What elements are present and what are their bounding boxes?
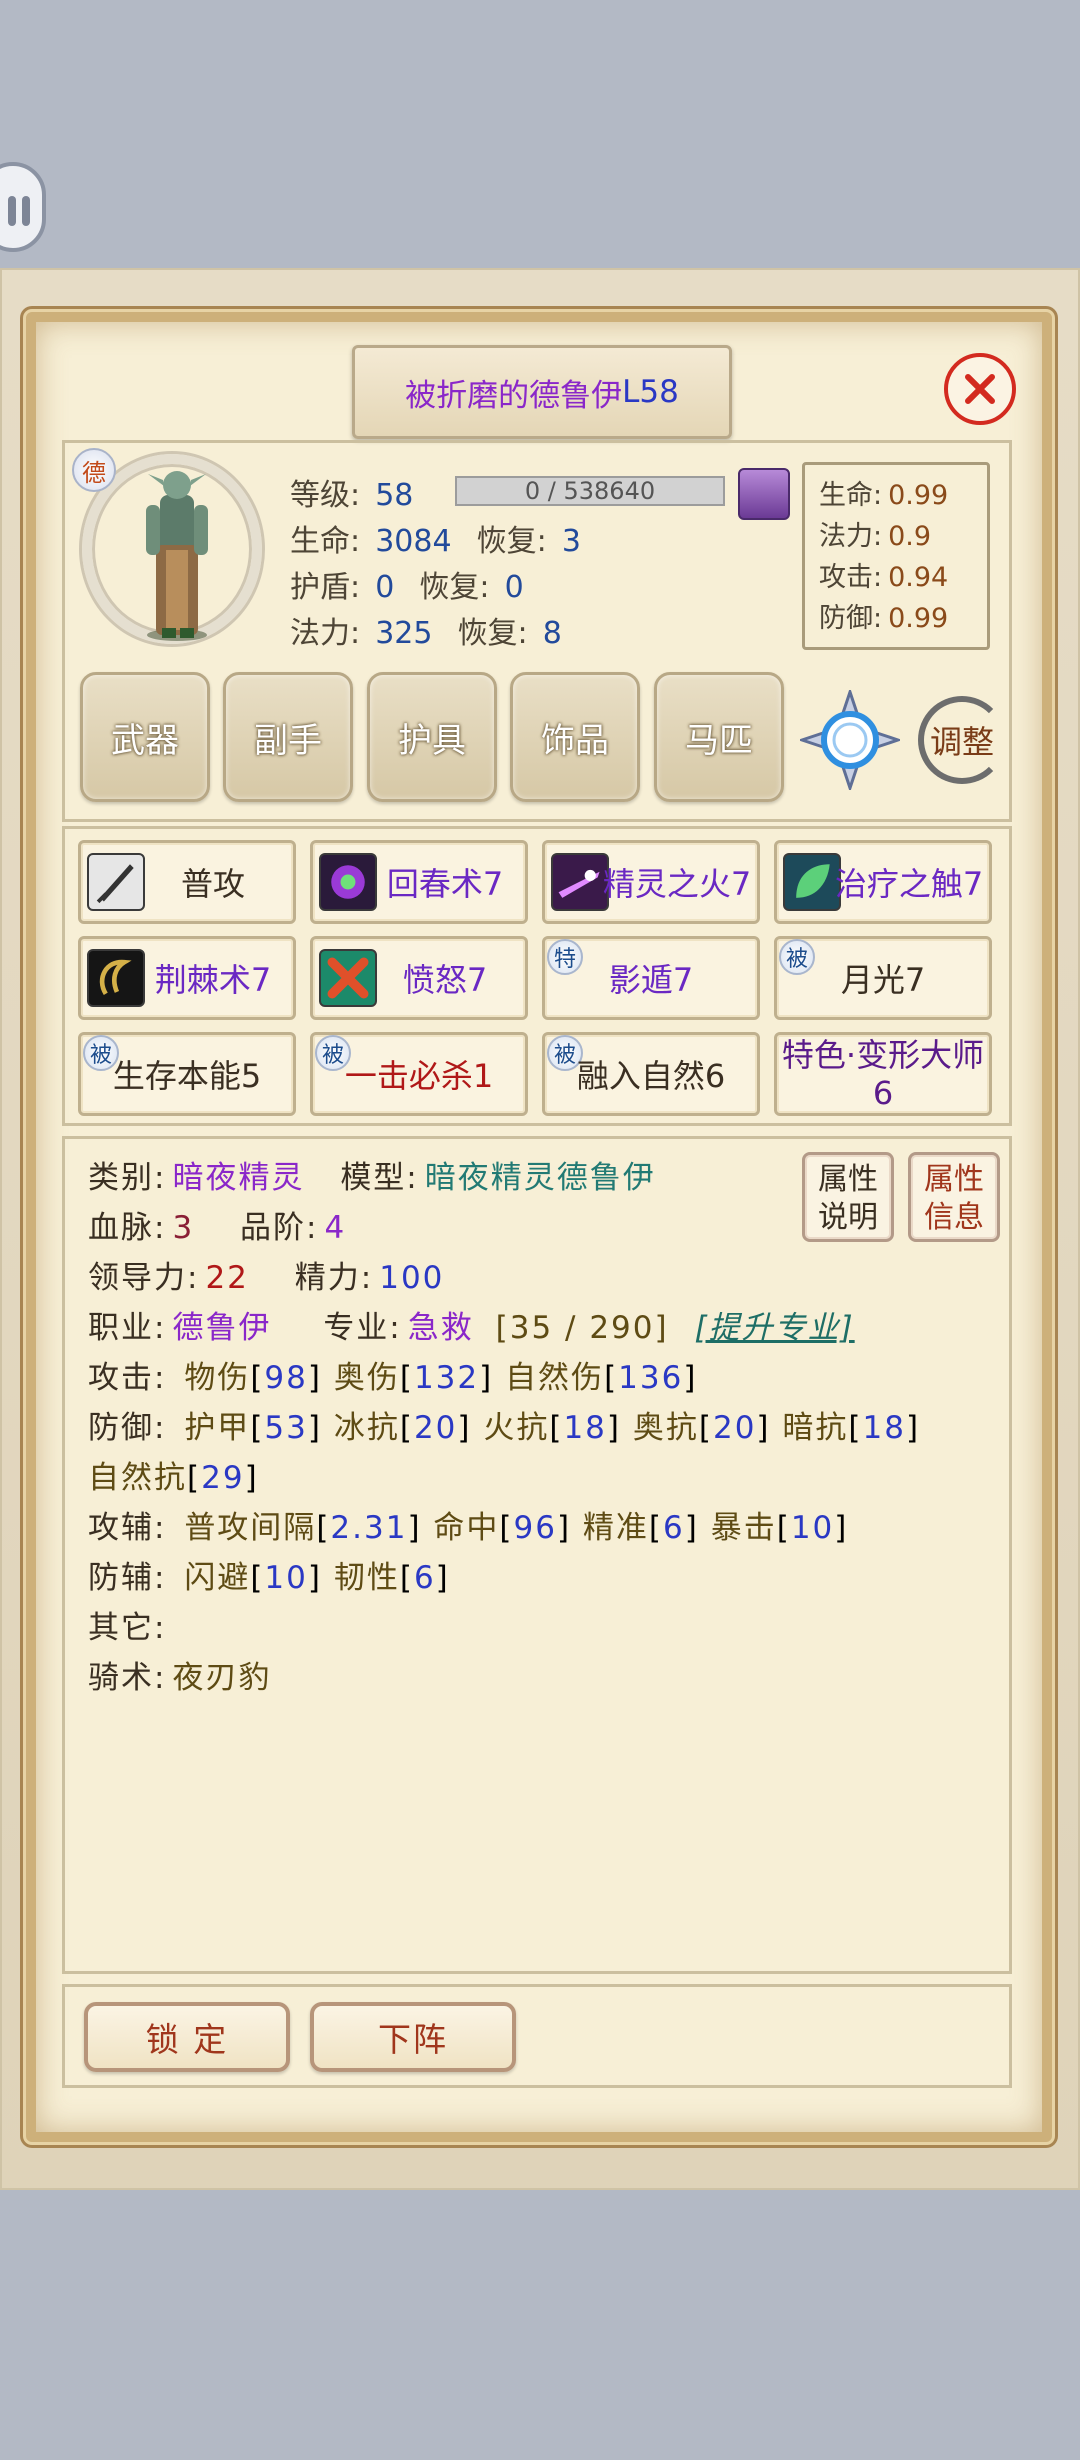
hp-label: 生命: xyxy=(290,524,361,559)
shield-regen-value: 0 xyxy=(504,570,524,605)
ratio-row: 攻击: 0.94 xyxy=(819,562,949,593)
skill-survival-instincts[interactable]: 被 生存本能5 xyxy=(78,1032,296,1116)
hp-row: 生命: 3084 恢复: 3 xyxy=(290,516,581,560)
attr-row-riding: 骑术: 夜刃豹 xyxy=(88,1660,272,1696)
ratio-row: 法力: 0.9 xyxy=(819,521,932,552)
passive-tag-icon: 被 xyxy=(779,939,815,975)
skill-shapeshift-master[interactable]: 特色·变形大师 6 xyxy=(774,1032,992,1116)
hp-regen-label: 恢复: xyxy=(476,524,547,559)
attr-row-profession: 职业: 德鲁伊 专业: 急救 [35 / 290] [提升专业] xyxy=(88,1310,855,1346)
skill-blend-with-nature[interactable]: 被 融入自然6 xyxy=(542,1032,760,1116)
skill-faerie-fire[interactable]: 精灵之火7 xyxy=(542,840,760,924)
skill-rejuvenation[interactable]: 回春术7 xyxy=(310,840,528,924)
attr-row-leadership: 领导力: 22 精力: 100 xyxy=(88,1260,445,1296)
character-title: 被折磨的德鲁伊 L58 xyxy=(352,345,732,439)
attribute-explanation-button[interactable]: 属性 说明 xyxy=(802,1152,894,1242)
equip-slot-offhand[interactable]: 副手 xyxy=(223,672,353,802)
gift-box-icon[interactable] xyxy=(738,468,790,520)
skill-moonlight[interactable]: 被 月光7 xyxy=(774,936,992,1020)
faerie-fire-icon xyxy=(551,853,609,911)
skill-one-hit-kill[interactable]: 被 一击必杀1 xyxy=(310,1032,528,1116)
equip-slot-accessory[interactable]: 饰品 xyxy=(510,672,640,802)
attr-row-blood: 血脉: 3 品阶: 4 xyxy=(88,1210,347,1246)
star-emblem-icon[interactable] xyxy=(800,690,900,790)
floating-menu-button[interactable] xyxy=(0,162,46,252)
attr-row-attack: 攻击: 物伤[98] 奥伤[132] 自然伤[136] xyxy=(88,1360,698,1396)
close-button[interactable] xyxy=(944,353,1016,425)
mp-row: 法力: 325 恢复: 8 xyxy=(290,608,562,652)
hp-regen-value: 3 xyxy=(561,524,581,559)
skill-thorns[interactable]: 荆棘术7 xyxy=(78,936,296,1020)
rejuvenation-icon xyxy=(319,853,377,911)
shield-regen-label: 恢复: xyxy=(419,570,490,605)
equip-slot-armor[interactable]: 护具 xyxy=(367,672,497,802)
exp-bar: 0 / 538640 xyxy=(455,476,725,506)
attr-row-other: 其它: xyxy=(88,1610,167,1646)
hp-value: 3084 xyxy=(375,524,452,559)
race-badge: 德 xyxy=(72,448,116,492)
thorns-icon xyxy=(87,949,145,1007)
shield-label: 护盾: xyxy=(290,570,361,605)
shield-value: 0 xyxy=(375,570,395,605)
mp-regen-value: 8 xyxy=(542,616,562,651)
dismiss-button[interactable]: 下阵 xyxy=(310,2002,516,2072)
skill-wrath[interactable]: 愤怒7 xyxy=(310,936,528,1020)
shield-row: 护盾: 0 恢复: 0 xyxy=(290,562,524,606)
attr-row-defense-aux: 防辅: 闪避[10] 韧性[6] xyxy=(88,1560,450,1596)
skill-normal-attack[interactable]: 普攻 xyxy=(78,840,296,924)
adjust-button[interactable]: 调整 xyxy=(912,690,1012,790)
attr-row-defense: 防御: 护甲[53] 冰抗[20] 火抗[18] 奥抗[20] 暗抗[18] xyxy=(88,1410,921,1446)
healing-touch-icon xyxy=(783,853,841,911)
pause-icon xyxy=(8,196,30,226)
growth-ratio-panel: 生命: 0.99 法力: 0.9 攻击: 0.94 防御: 0.99 xyxy=(802,462,990,650)
mp-value: 325 xyxy=(375,616,433,651)
equip-slot-weapon[interactable]: 武器 xyxy=(80,672,210,802)
mp-label: 法力: xyxy=(290,616,361,651)
close-icon xyxy=(965,374,995,404)
character-level: L58 xyxy=(622,374,679,410)
adjust-label: 调整 xyxy=(929,723,994,761)
level-row: 等级: 58 xyxy=(290,470,413,514)
mp-regen-label: 恢复: xyxy=(457,616,528,651)
character-name: 被折磨的德鲁伊 xyxy=(405,377,623,414)
skill-shadowmeld[interactable]: 特 影遁7 xyxy=(542,936,760,1020)
sword-icon xyxy=(87,853,145,911)
lock-button[interactable]: 锁 定 xyxy=(84,2002,290,2072)
wrath-icon xyxy=(319,949,377,1007)
attr-row-defense-cont: 自然抗[29] xyxy=(88,1460,259,1496)
level-value: 58 xyxy=(375,478,414,513)
upgrade-profession-link[interactable]: [提升专业] xyxy=(694,1310,854,1346)
attr-row-attack-aux: 攻辅: 普攻间隔[2.31] 命中[96] 精准[6] 暴击[10] xyxy=(88,1510,849,1546)
ratio-row: 防御: 0.99 xyxy=(819,603,949,634)
attribute-info-button[interactable]: 属性 信息 xyxy=(908,1152,1000,1242)
attr-row-type: 类别: 暗夜精灵 模型: 暗夜精灵德鲁伊 xyxy=(88,1160,656,1196)
level-label: 等级: xyxy=(290,478,361,513)
ratio-row: 生命: 0.99 xyxy=(819,480,949,511)
special-tag-icon: 特 xyxy=(547,939,583,975)
skill-healing-touch[interactable]: 治疗之触7 xyxy=(774,840,992,924)
equip-slot-mount[interactable]: 马匹 xyxy=(654,672,784,802)
